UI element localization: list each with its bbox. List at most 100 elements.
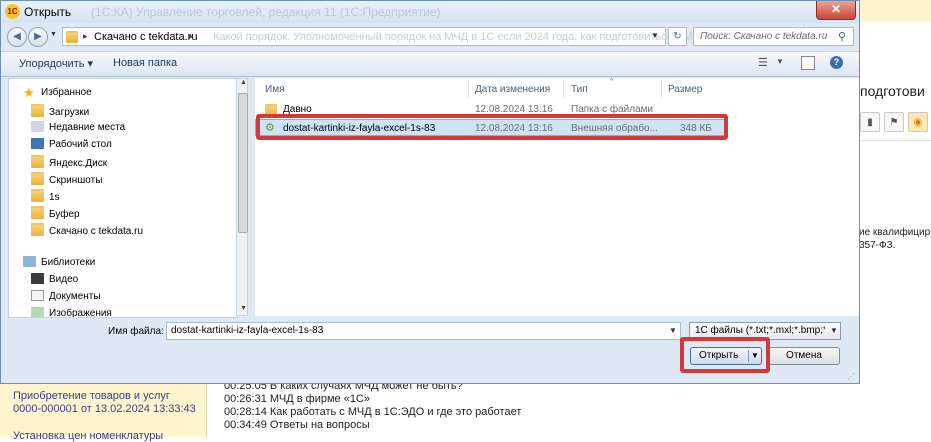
background-window-title: (1С:КА) Управление торговлей, редакция 1… — [91, 5, 441, 19]
close-button[interactable]: ✕ — [816, 1, 856, 20]
chevron-down-icon[interactable]: ▼ — [651, 31, 659, 40]
new-folder-button[interactable]: Новая папка — [113, 57, 177, 69]
back-arrow-icon[interactable]: ◀ — [7, 27, 27, 47]
dialog-titlebar[interactable]: 1С Открыть (1С:КА) Управление торговлей,… — [1, 1, 859, 23]
filename-value: dostat-kartinki-iz-fayla-excel-1s-83 — [171, 325, 324, 336]
view-options-icon[interactable]: ☰ — [758, 56, 768, 69]
highlight-frame — [256, 114, 728, 140]
refresh-icon[interactable]: ↻ — [668, 27, 687, 46]
column-divider[interactable] — [468, 80, 469, 98]
search-input[interactable]: Поиск: Скачано с tekdata.ru ⚲ — [693, 27, 854, 46]
dialog-toolbar: Упорядочить ▾ Новая папка ☰ ▼ ? — [1, 51, 859, 77]
navigation-scrollbar[interactable]: ▲ ▼ — [236, 78, 248, 316]
highlight-frame — [680, 337, 770, 373]
address-bar[interactable]: ▸ Скачано с tekdata.ru ▸ Какой порядок. … — [62, 27, 707, 46]
sidebar-item-label: Недавние места — [49, 122, 126, 133]
dialog-title: Открыть — [24, 5, 72, 19]
sidebar-item-documents[interactable]: Документы — [31, 290, 101, 302]
sidebar-item-images[interactable]: Изображения — [31, 307, 112, 318]
sidebar-item-1s[interactable]: 1s — [31, 189, 60, 203]
background-timeline: 00:25:05 В каких случаях МЧД может не бы… — [207, 378, 931, 437]
folder-icon — [66, 31, 78, 46]
chevron-down-icon[interactable]: ▼ — [830, 326, 838, 335]
sidebar-item-label: Скриншоты — [49, 175, 103, 186]
sidebar-item-libraries[interactable]: Библиотеки — [23, 256, 95, 268]
column-header-size[interactable]: Размер — [668, 84, 702, 95]
sidebar-item-recent-places[interactable]: Недавние места — [31, 121, 125, 133]
preview-pane-icon[interactable] — [801, 56, 815, 70]
doc-link-number[interactable]: 0000-000001 от 13.02.2024 13:33:43 — [13, 403, 196, 415]
images-icon — [31, 307, 44, 317]
scroll-up-icon[interactable]: ▲ — [240, 79, 247, 86]
desktop-icon — [31, 138, 44, 149]
address-row: ◀ ▶ ▼ ▸ Скачано с tekdata.ru ▸ Какой пор… — [1, 23, 859, 49]
recent-places-icon — [31, 121, 44, 132]
scroll-down-icon[interactable]: ▼ — [240, 305, 247, 312]
column-divider[interactable] — [661, 80, 662, 98]
column-header-type[interactable]: Тип — [571, 84, 588, 95]
filename-label: Имя файла: — [108, 326, 164, 337]
organize-button[interactable]: Упорядочить ▾ — [19, 57, 93, 70]
doc-link[interactable]: Установка цен номенклатуры — [13, 430, 163, 442]
breadcrumb-separator-icon[interactable]: ▸ — [189, 31, 194, 42]
sidebar-item-buffer[interactable]: Буфер — [31, 206, 80, 220]
sidebar-item-downloads[interactable]: Загрузки — [31, 104, 89, 118]
sidebar-item-label: 1s — [49, 192, 60, 203]
sidebar-item-label: Документы — [49, 291, 101, 302]
column-divider[interactable] — [563, 80, 564, 98]
folder-icon — [31, 155, 44, 168]
sidebar-item-label: Изображения — [49, 308, 112, 318]
chevron-down-icon[interactable]: ▼ — [776, 57, 784, 66]
timeline-item: 00:34:49 Ответы на вопросы — [224, 419, 370, 431]
column-header-name[interactable]: Имя — [265, 84, 284, 95]
file-type-value: 1С файлы (*.txt;*.mxl;*.bmp;*.gif; — [695, 325, 825, 336]
sidebar-item-favorites[interactable]: ★ Избранное — [23, 85, 92, 100]
cancel-button[interactable]: Отмена — [768, 347, 840, 365]
clipboard-icon[interactable]: ▮ — [860, 112, 880, 132]
video-icon — [31, 273, 44, 284]
background-doc-list: Приобретение товаров и услуг 0000-000001… — [0, 378, 207, 442]
sidebar-item-label: Буфер — [49, 209, 80, 220]
search-icon[interactable]: ⚲ — [838, 30, 846, 43]
breadcrumb-current[interactable]: Скачано с tekdata.ru — [94, 31, 197, 43]
chevron-down-icon[interactable]: ▼ — [669, 326, 677, 335]
sidebar-item-label: Загрузки — [49, 107, 90, 118]
scroll-thumb[interactable] — [238, 93, 248, 233]
rss-icon[interactable]: ◉ — [908, 112, 928, 132]
divider — [860, 140, 931, 141]
flag-icon[interactable]: ⚑ — [884, 112, 904, 132]
sidebar-item-desktop[interactable]: Рабочий стол — [31, 138, 112, 150]
sidebar-item-label: Скачано с tekdata.ru — [49, 226, 144, 237]
folder-icon — [31, 172, 44, 185]
sort-indicator-icon: ^ — [610, 78, 614, 85]
sidebar-item-label: Избранное — [41, 87, 92, 98]
sidebar-item-label: Рабочий стол — [49, 139, 112, 150]
doc-link[interactable]: Приобретение товаров и услуг — [13, 390, 170, 402]
filename-input[interactable]: dostat-kartinki-iz-fayla-excel-1s-83 ▼ — [166, 322, 681, 340]
breadcrumb-separator-icon[interactable]: ▸ — [83, 31, 88, 42]
sidebar-item-video[interactable]: Видео — [31, 273, 78, 285]
navigation-pane: ★ Избранное Загрузки Недавние места Рабоч… — [8, 78, 238, 318]
forward-arrow-icon[interactable]: ▶ — [28, 27, 48, 47]
app-logo-icon: 1С — [5, 4, 20, 19]
star-icon: ★ — [23, 85, 35, 100]
sidebar-item-tekdata[interactable]: Скачано с tekdata.ru — [31, 223, 143, 237]
help-icon[interactable]: ? — [830, 56, 843, 69]
background-toolbar: ▮ ⚑ ◉ — [860, 112, 928, 132]
background-text: Какой порядок. Уполномоченный порядок на… — [213, 31, 708, 43]
sidebar-item-screenshots[interactable]: Скриншоты — [31, 172, 102, 186]
open-file-dialog: 1С Открыть (1С:КА) Управление торговлей,… — [0, 0, 860, 384]
sidebar-item-label: Яндекс.Диск — [49, 158, 108, 169]
libraries-icon — [23, 256, 36, 267]
chevron-down-icon[interactable]: ▼ — [50, 31, 57, 38]
timeline-item: 00:26:31 МЧД в фирме «1С» — [224, 393, 370, 405]
timeline-item: 00:28:14 Как работать с МЧД в 1С:ЭДО и г… — [224, 406, 522, 418]
column-header-date[interactable]: Дата изменения — [475, 84, 550, 95]
folder-icon — [31, 223, 44, 236]
sidebar-item-yandex-disk[interactable]: Яндекс.Диск — [31, 155, 107, 169]
background-text: 357-ФЗ. — [859, 240, 896, 251]
documents-icon — [31, 290, 44, 301]
search-placeholder: Поиск: Скачано с tekdata.ru — [700, 31, 828, 42]
resize-grip-icon[interactable]: ⋰ — [847, 372, 855, 381]
sidebar-item-label: Видео — [49, 274, 79, 285]
